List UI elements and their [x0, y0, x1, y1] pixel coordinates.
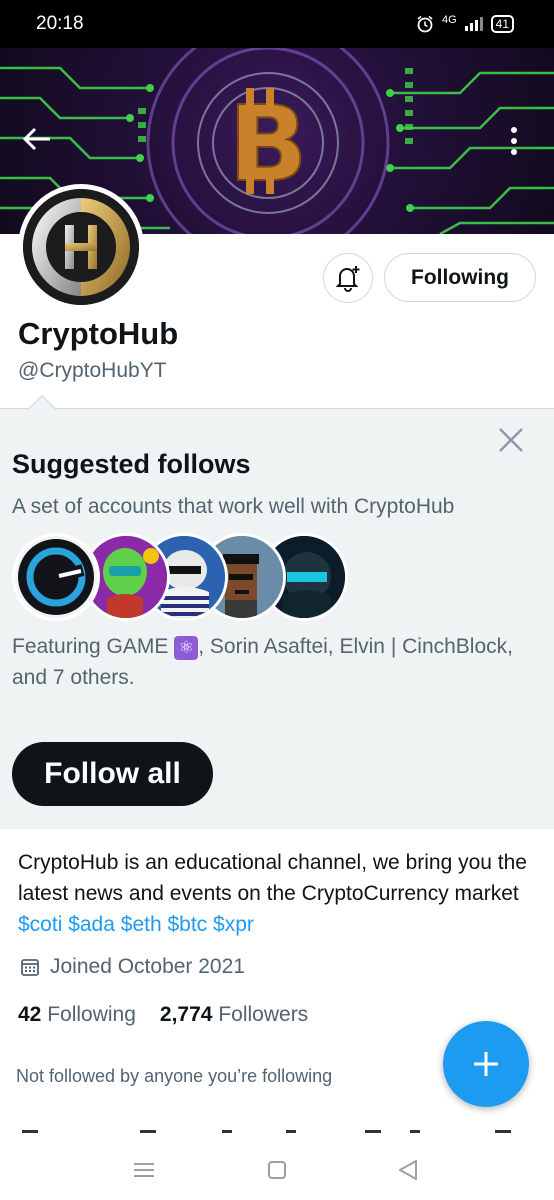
battery-icon: 41 — [490, 15, 514, 33]
status-icons: 4G 41 — [416, 14, 514, 33]
notify-button[interactable] — [323, 253, 373, 303]
more-options-button[interactable] — [504, 124, 524, 158]
follow-all-button[interactable]: Follow all — [12, 742, 213, 806]
following-label: Following — [47, 1003, 136, 1026]
alarm-icon — [417, 15, 433, 33]
back-arrow-icon — [22, 127, 50, 151]
back-button[interactable] — [22, 126, 66, 158]
followers-label: Followers — [218, 1003, 309, 1026]
following-count: 42 — [18, 1003, 42, 1026]
network-type: 4G — [441, 14, 457, 26]
cashtag-link[interactable]: $coti — [18, 913, 62, 936]
close-icon — [499, 428, 523, 452]
more-vertical-icon — [511, 127, 517, 133]
follow-counts: 42 Following 2,774 Followers — [18, 1003, 308, 1027]
followers-count-link[interactable]: 2,774 Followers — [160, 1003, 308, 1027]
status-bar: 20:18 4G 41 — [0, 0, 554, 48]
cashtag-link[interactable]: $btc — [167, 913, 207, 936]
profile-bio: CryptoHub is an educational channel, we … — [18, 847, 543, 940]
suggested-avatars — [12, 533, 362, 621]
profile-display-name: CryptoHub — [18, 316, 179, 351]
featuring-text: Featuring GAME ⚛, Sorin Asaftei, Elvin |… — [12, 631, 532, 693]
cashtag-link[interactable]: $eth — [121, 913, 162, 936]
cryptohub-logo-icon — [23, 189, 139, 305]
dismiss-suggestions-button[interactable] — [496, 425, 526, 455]
cashtag-link[interactable]: $ada — [68, 913, 115, 936]
status-time: 20:18 — [36, 13, 84, 34]
atom-emoji-icon: ⚛ — [174, 636, 199, 660]
cashtag-link[interactable]: $xpr — [213, 913, 254, 936]
following-button[interactable]: Following — [384, 253, 536, 302]
not-followed-text: Not followed by anyone you’re following — [16, 1066, 333, 1086]
notification-bell-plus-icon — [335, 266, 360, 292]
suggested-follows-section: Suggested follows A set of accounts that… — [0, 394, 554, 829]
suggested-title: Suggested follows — [12, 449, 251, 479]
home-button[interactable] — [261, 1154, 293, 1186]
followers-count: 2,774 — [159, 1003, 213, 1026]
bio-text: CryptoHub is an educational channel, we … — [18, 851, 527, 905]
compose-tweet-button[interactable] — [443, 1021, 529, 1107]
back-triangle-icon — [399, 1160, 417, 1180]
profile-tabs-peek — [0, 1126, 554, 1134]
recent-apps-button[interactable] — [128, 1154, 160, 1186]
following-count-link[interactable]: 42 Following — [18, 1003, 136, 1027]
profile-avatar[interactable] — [18, 184, 144, 310]
profile-handle: @CryptoHubYT — [18, 359, 167, 382]
home-square-icon — [268, 1161, 286, 1179]
menu-lines-icon — [134, 1163, 154, 1177]
signal-icon — [464, 17, 483, 31]
suggested-subtitle: A set of accounts that work well with Cr… — [12, 495, 455, 518]
section-pointer — [27, 394, 57, 424]
coti-avatar[interactable] — [12, 533, 100, 621]
system-nav-bar — [0, 1140, 554, 1200]
featuring-prefix: Featuring GAME — [12, 635, 175, 658]
joined-text: Joined October 2021 — [50, 955, 245, 978]
system-back-button[interactable] — [392, 1154, 424, 1186]
joined-date: Joined October 2021 — [20, 955, 245, 979]
plus-icon — [474, 1052, 498, 1076]
calendar-icon — [21, 959, 39, 976]
